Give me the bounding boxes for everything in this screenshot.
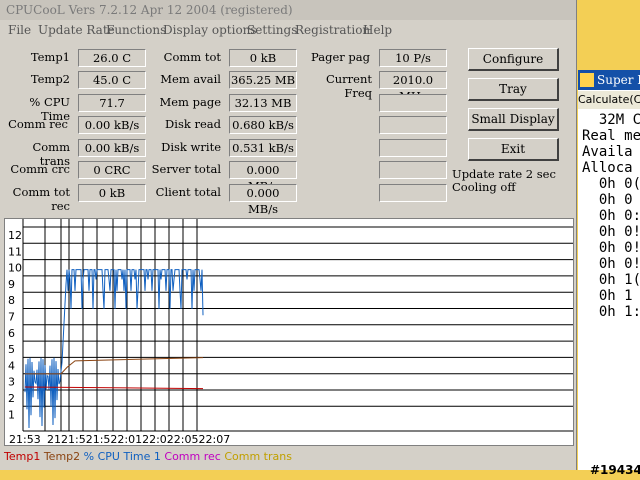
client-total-label: Client total xyxy=(155,185,221,199)
menu-functions[interactable]: Functions xyxy=(106,21,166,39)
client-total-value: 0.000 MB/s xyxy=(229,184,297,216)
menu-update-rate[interactable]: Update Rate xyxy=(38,21,115,39)
disk-read-value: 0.680 kB/s xyxy=(229,116,297,134)
pager-pag-label: Pager pag xyxy=(311,50,370,64)
temp2-label: Temp2 xyxy=(30,72,70,86)
empty-field-1 xyxy=(379,94,447,112)
super-pi-output-line: 0h 0! xyxy=(582,256,640,272)
super-pi-output-line: 0h 0( xyxy=(582,176,640,192)
y-tick-label: 3 xyxy=(8,376,15,389)
super-pi-output-line: 0h 1 xyxy=(582,288,633,304)
cooling-status: Cooling off xyxy=(452,180,516,194)
exit-button[interactable]: Exit xyxy=(468,138,559,161)
empty-field-3 xyxy=(379,139,447,157)
menu-file[interactable]: File xyxy=(8,21,31,39)
disk-write-value: 0.531 kB/s xyxy=(229,139,297,157)
cpucool-window: CPUCooL Vers 7.2.12 Apr 12 2004 (registe… xyxy=(0,0,577,470)
current-freq-label: Current Freq xyxy=(325,72,372,100)
mem-avail-label: Mem avail xyxy=(160,72,221,86)
legend-temp1: Temp1 xyxy=(4,450,41,463)
super-pi-output-line: 0h 0: xyxy=(582,208,640,224)
y-tick-label: 1 xyxy=(8,408,15,421)
legend-comm-trans: Comm trans xyxy=(224,450,292,463)
super-pi-output-line: Availa xyxy=(582,144,633,160)
comm-tot-value: 0 kB xyxy=(229,49,297,67)
super-pi-title-bar[interactable]: Super PI xyxy=(578,70,640,90)
cpu-time-series xyxy=(24,269,204,429)
small-display-button[interactable]: Small Display xyxy=(468,108,559,131)
disk-write-label: Disk write xyxy=(161,140,221,154)
y-tick-label: 6 xyxy=(8,327,15,340)
comm-tot-rec-value: 0 kB xyxy=(78,184,146,202)
legend-temp2: Temp2 xyxy=(43,450,81,463)
super-pi-output-line: 0h 0! xyxy=(582,240,640,256)
configure-button[interactable]: Configure xyxy=(468,48,559,71)
empty-field-4 xyxy=(379,161,447,179)
menu-registration[interactable]: Registration xyxy=(295,21,370,39)
super-pi-title: Super PI xyxy=(597,73,640,87)
super-pi-output-line: 0h 0! xyxy=(582,224,640,240)
legend-cpu-time: % CPU Time 1 xyxy=(83,450,161,463)
disk-read-label: Disk read xyxy=(165,117,221,131)
temp1-label: Temp1 xyxy=(30,50,70,64)
mem-page-value: 32.13 MB xyxy=(229,94,297,112)
graph-y-axis: 12 11 10 9 8 7 6 5 4 3 2 1 xyxy=(8,229,22,421)
menu-help[interactable]: Help xyxy=(363,21,392,39)
mem-page-label: Mem page xyxy=(159,95,221,109)
comm-tot-label: Comm tot xyxy=(163,50,221,64)
comm-tot-rec-label: Comm tot rec xyxy=(12,185,70,213)
temp1-value: 26.0 C xyxy=(78,49,146,67)
cpu-time-value: 71.7 xyxy=(78,94,146,112)
watermark: #19434 xyxy=(590,463,640,477)
super-pi-output: 32M C Real me Availa Alloca 0h 0( 0h 0 0h 0… xyxy=(582,112,640,320)
y-tick-label: 11 xyxy=(8,245,22,258)
empty-field-2 xyxy=(379,116,447,134)
empty-field-5 xyxy=(379,184,447,202)
x-label-start: 21:53 xyxy=(9,433,41,445)
history-graph: 12 11 10 9 8 7 6 5 4 3 2 1 21:53 2121:521:522:0122:… xyxy=(4,218,574,446)
y-tick-label: 8 xyxy=(8,294,15,307)
super-pi-output-line: Alloca xyxy=(582,160,633,176)
comm-trans-value: 0.00 kB/s xyxy=(78,139,146,157)
title-bar[interactable]: CPUCooL Vers 7.2.12 Apr 12 2004 (registe… xyxy=(0,0,576,20)
temp2-value: 45.0 C xyxy=(78,71,146,89)
y-tick-label: 2 xyxy=(8,392,15,405)
super-pi-output-line: 32M C xyxy=(582,112,640,128)
menu-display-options[interactable]: Display options xyxy=(163,21,257,39)
super-pi-output-line: Real me xyxy=(582,128,640,144)
y-tick-label: 12 xyxy=(8,229,22,242)
super-pi-menu[interactable]: Calculate(C xyxy=(578,91,640,109)
menu-calculate[interactable]: Calculate(C xyxy=(578,93,640,106)
pager-pag-value: 10 P/s xyxy=(379,49,447,67)
y-tick-label: 7 xyxy=(8,311,15,324)
graph-gridlines xyxy=(23,226,573,432)
comm-crc-value: 0 CRC xyxy=(78,161,146,179)
menu-settings[interactable]: Settings xyxy=(247,21,297,39)
y-tick-label: 10 xyxy=(8,262,22,275)
y-tick-label: 9 xyxy=(8,278,15,291)
x-label-cluster: 2121:521:522:0122:022:0522:07 xyxy=(47,433,230,445)
legend-comm-rec: Comm rec xyxy=(164,450,221,463)
current-freq-value: 2010.0 MHz xyxy=(379,71,447,103)
graph-legend: Temp1 Temp2 % CPU Time 1 Comm rec Comm t… xyxy=(4,450,292,463)
super-pi-output-line: 0h 1( xyxy=(582,272,640,288)
window-title: CPUCooL Vers 7.2.12 Apr 12 2004 (registe… xyxy=(6,3,293,17)
menu-bar: File Update Rate Functions Display optio… xyxy=(0,21,576,39)
y-tick-label: 5 xyxy=(8,343,15,356)
graph-svg: 12 11 10 9 8 7 6 5 4 3 2 1 21:53 2121:521:522:0122:… xyxy=(8,219,573,446)
app-icon xyxy=(580,73,594,87)
y-tick-label: 4 xyxy=(8,359,15,372)
comm-crc-label: Comm crc xyxy=(10,162,70,176)
super-pi-output-line: 0h 1: xyxy=(582,304,640,320)
super-pi-window[interactable]: Super PI Calculate(C 32M CReal meAvailaA… xyxy=(578,70,640,470)
super-pi-output-line: 0h 0 xyxy=(582,192,633,208)
comm-rec-value: 0.00 kB/s xyxy=(78,116,146,134)
server-total-value: 0.000 MB/s xyxy=(229,161,297,193)
tray-button[interactable]: Tray xyxy=(468,78,559,101)
mem-avail-value: 365.25 MB xyxy=(229,71,297,89)
comm-rec-label: Comm rec xyxy=(8,117,68,131)
server-total-label: Server total xyxy=(151,162,221,176)
